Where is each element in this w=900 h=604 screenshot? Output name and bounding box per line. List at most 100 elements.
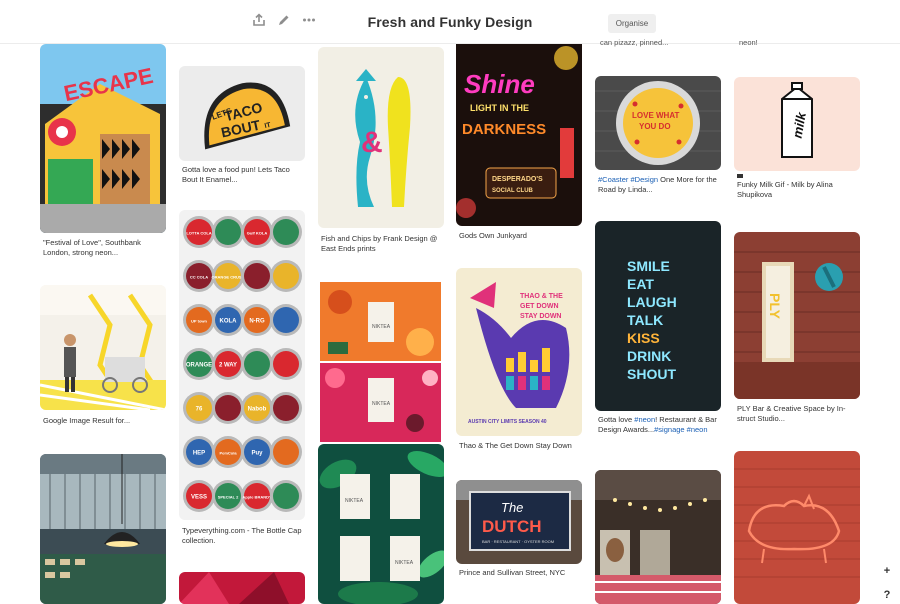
bottle-cap: HEP [183,436,215,468]
bottle-cap-label: Gulf KOLA [247,231,268,236]
ampersand-glyph: & [361,126,383,159]
bottle-cap: ORANGE [183,348,215,380]
bottle-cap-label: ORANGE CRUSH [212,275,245,280]
bottle-cap-label: HEP [193,451,205,457]
pin-image: LOTTA COLA Gulf KOLA CC COLA ORANGE CRUSH UP… [179,210,305,520]
tea-label: NIKTEA [372,324,391,330]
hashtag[interactable]: #Coaster #Design [598,175,658,184]
bottle-cap-label: CC COLA [190,275,208,280]
pin-ply-bar[interactable]: PLY PLY Bar & Creative Space by In-struc… [734,232,860,427]
pin-restaurant-lights[interactable] [595,470,721,604]
poster-line: GET DOWN [520,303,559,310]
pin-taco[interactable]: LETS TACO BOUT IT Gotta love a food pun!… [179,66,305,191]
pin-milk[interactable]: milk Funky Milk Gif - Milk by Alina Shup… [734,77,860,207]
bottle-cap [212,216,244,248]
pin-tea-jungle[interactable]: NIKTEA NIKTEA [318,444,444,604]
bottle-cap [241,348,273,380]
pin-caption: "Festival of Love", Southbank London, st… [43,238,141,257]
hashtag[interactable]: #signage #neon [654,425,707,434]
bottle-cap: N-RG [241,304,273,336]
pin-image: LOVE WHAT YOU DO [595,76,721,170]
bottle-cap-label: LOTTA COLA [186,231,211,236]
bottle-cap-label: VESS [191,495,207,501]
kiosk-illustration [40,285,166,410]
milk-illustration: milk [734,77,860,171]
bottle-cap [241,260,273,292]
bottle-cap [270,260,302,292]
pin-image: PLY [734,232,860,399]
pin-image: SMILE EAT LAUGH TALK KISS DRINK SHOUT [595,221,721,411]
bottle-cap: CC COLA [183,260,215,292]
neon-line: SMILE [627,258,670,274]
ply-bar-illustration: PLY [734,232,860,399]
neon-line: LIGHT IN THE [470,103,529,113]
tea-label: NIKTEA [345,498,364,504]
pin-caption: Typeverything.com - The Bottle Cap colle… [182,526,302,545]
neon-line: TALK [627,312,663,328]
dutch-sign-illustration: The DUTCH BAR · RESTAURANT · OYSTER ROOM [456,480,582,564]
pin-neon-smile[interactable]: SMILE EAT LAUGH TALK KISS DRINK SHOUT Go… [595,221,721,446]
pin-caption: Google Image Result for... [43,416,131,425]
bottle-cap: UP town [183,304,215,336]
bottle-cap [270,216,302,248]
pin-image: THAO & THE GET DOWN STAY DOWN AUSTIN CIT… [456,268,582,436]
neon-line: Shine [464,69,535,99]
bottle-cap [270,348,302,380]
pin-caption: Gotta love #neon! Restaurant & Bar Desig… [598,415,717,434]
bottle-cap [270,480,302,512]
pin-kiosk[interactable]: Google Image Result for... [40,285,166,430]
neon-line: SOCIAL CLUB [492,188,534,194]
bottle-cap: PemCola [212,436,244,468]
help-button[interactable]: ? [879,587,895,603]
bottle-cap: Puy [241,436,273,468]
pin-caption: #Coaster #Design One More for the Road b… [598,175,717,194]
pin-coaster[interactable]: LOVE WHAT YOU DO #Coaster #Design One Mo… [595,76,721,196]
pin-shine-neon[interactable]: Shine LIGHT IN THE DARKNESS DESPERADO'S … [456,38,582,243]
pin-fish-and-chips[interactable]: & Fish and Chips by Frank Design @ East … [318,47,444,257]
fish-illustration: & [318,47,444,228]
pin-festival-of-love[interactable]: ESCAPE "Festival of Love", Southbank Lon… [40,44,166,264]
pin-restaurant-interior[interactable] [40,454,166,604]
board-title: Fresh and Funky Design [367,14,533,30]
pin-image: NIKTEA [320,363,441,442]
faded-caption: can pizazz, pinned... [600,38,669,47]
restaurant-lights-illustration [595,470,721,604]
organise-button[interactable]: Organise [608,14,656,33]
pin-image: NIKTEA [320,282,441,361]
bottle-cap: LOTTA COLA [183,216,215,248]
thao-poster-illustration: THAO & THE GET DOWN STAY DOWN AUSTIN CIT… [456,268,582,436]
dutch-line: The [501,500,523,515]
bottle-cap: SPECIAL 2 [212,480,244,512]
dutch-line: BAR · RESTAURANT · OYSTER ROOM [482,539,554,544]
coaster-line: YOU DO [639,122,671,131]
add-pin-button[interactable]: + [879,563,895,579]
bottle-cap-label: SPECIAL 2 [218,495,239,500]
pin-thao[interactable]: THAO & THE GET DOWN STAY DOWN AUSTIN CIT… [456,268,582,456]
pin-image: LETS TACO BOUT IT [179,66,305,161]
poster-line: AUSTIN CITY LIMITS SEASON 40 [468,419,547,425]
pin-the-dutch[interactable]: The DUTCH BAR · RESTAURANT · OYSTER ROOM… [456,480,582,580]
pin-caption: PLY Bar & Creative Space by In-struct St… [737,404,846,423]
coaster-illustration: LOVE WHAT YOU DO [595,76,721,170]
neon-line: DRINK [627,348,671,364]
bottle-cap-label: 2 WAY [219,363,237,369]
bottle-caps-grid: LOTTA COLA Gulf KOLA CC COLA ORANGE CRUSH UP… [183,216,302,512]
bottle-cap: 76 [183,392,215,424]
pin-image: The DUTCH BAR · RESTAURANT · OYSTER ROOM [456,480,582,564]
pin-image [40,285,166,410]
pin-tea-pink[interactable]: NIKTEA [320,363,441,442]
bottle-cap-label: Nabob [248,407,267,413]
pin-tea-orange[interactable]: NIKTEA [320,282,441,361]
pin-image [734,451,860,604]
hashtag[interactable]: #neon [634,415,655,424]
neon-line: EAT [627,276,654,292]
bottle-cap-label: UP town [191,319,207,324]
ply-text: PLY [767,293,783,320]
bottle-cap-label: Apple BRANDY [242,495,272,500]
bottle-cap: KOLA [212,304,244,336]
pin-neon-pig[interactable] [734,451,860,604]
neon-line: KISS [627,330,660,346]
pin-red-pattern[interactable] [179,572,305,604]
pin-caption: Thao & The Get Down Stay Down [459,441,572,450]
pin-bottle-caps[interactable]: LOTTA COLA Gulf KOLA CC COLA ORANGE CRUSH UP… [179,210,305,550]
